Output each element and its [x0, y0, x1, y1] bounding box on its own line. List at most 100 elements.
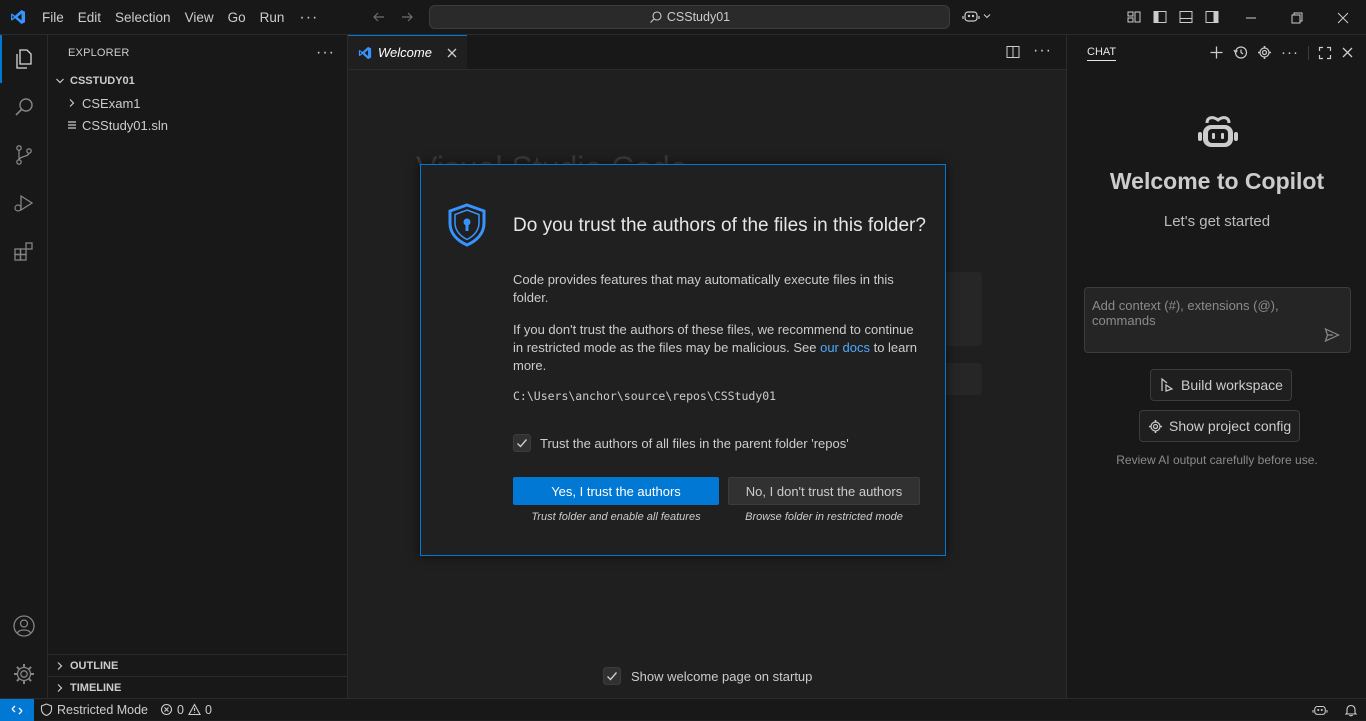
dialog-paragraph-2: If you don't trust the authors of these …: [513, 321, 925, 375]
docs-link[interactable]: our docs: [820, 340, 870, 355]
close-window-icon[interactable]: [1320, 0, 1366, 35]
show-project-config-label: Show project config: [1169, 418, 1292, 434]
toggle-panel-icon[interactable]: [1178, 9, 1194, 25]
warning-count: 0: [204, 702, 212, 717]
vscode-logo-icon: [358, 46, 372, 60]
trust-authors-button[interactable]: Yes, I trust the authors: [513, 477, 719, 505]
layout-controls: [1126, 9, 1220, 25]
customize-layout-icon[interactable]: [1126, 9, 1142, 25]
command-center-label: CSStudy01: [666, 10, 731, 24]
checkbox-checked-icon[interactable]: [603, 667, 621, 685]
outline-label: OUTLINE: [70, 659, 119, 672]
copilot-menu-button[interactable]: [962, 8, 992, 24]
menu-file[interactable]: File: [35, 0, 71, 35]
accounts-icon[interactable]: [0, 602, 48, 650]
restore-icon[interactable]: [1274, 0, 1320, 35]
timeline-section[interactable]: TIMELINE: [48, 676, 348, 698]
run-and-debug-icon[interactable]: [0, 179, 48, 227]
forward-arrow-icon[interactable]: [398, 8, 416, 26]
build-workspace-label: Build workspace: [1181, 377, 1283, 393]
history-icon[interactable]: [1233, 45, 1248, 60]
title-bar: File Edit Selection View Go Run ··· CSSt…: [0, 0, 1366, 35]
outline-section[interactable]: OUTLINE: [48, 654, 348, 676]
menu-more-button[interactable]: ···: [291, 0, 326, 35]
more-actions-icon[interactable]: ···: [1281, 45, 1299, 60]
folder-root[interactable]: CSSTUDY01: [48, 70, 347, 92]
show-on-startup-label: Show welcome page on startup: [631, 668, 813, 684]
divider: [1308, 45, 1309, 60]
explorer-icon[interactable]: [0, 35, 48, 83]
search-view-icon[interactable]: [0, 83, 48, 131]
close-icon[interactable]: [1341, 46, 1354, 59]
menu-bar: File Edit Selection View Go Run ···: [35, 0, 326, 35]
menu-go[interactable]: Go: [221, 0, 253, 35]
dont-trust-authors-button[interactable]: No, I don't trust the authors: [728, 477, 920, 505]
menu-selection[interactable]: Selection: [108, 0, 178, 35]
send-icon[interactable]: [1324, 327, 1340, 343]
explorer-header: EXPLORER ···: [48, 35, 347, 70]
more-actions-icon[interactable]: ···: [316, 44, 335, 62]
menu-run[interactable]: Run: [253, 0, 292, 35]
build-workspace-icon: [1159, 377, 1175, 393]
problems-indicator[interactable]: 0 0: [154, 699, 218, 721]
error-icon: [160, 703, 173, 716]
error-count: 0: [177, 702, 184, 717]
chevron-right-icon: [54, 660, 66, 672]
chevron-right-icon: [66, 97, 78, 109]
dialog-paragraph-1: Code provides features that may automati…: [513, 272, 894, 305]
chat-input[interactable]: Add context (#), extensions (@), command…: [1084, 287, 1351, 353]
shield-icon: [446, 203, 488, 247]
vscode-logo-icon: [0, 0, 35, 35]
toggle-secondary-sidebar-icon[interactable]: [1204, 9, 1220, 25]
back-arrow-icon[interactable]: [370, 8, 388, 26]
extensions-icon[interactable]: [0, 227, 48, 275]
remote-indicator-icon[interactable]: [0, 698, 34, 721]
tree-item-folder[interactable]: CSExam1: [48, 92, 347, 114]
trust-parent-checkbox[interactable]: Trust the authors of all files in the pa…: [513, 434, 849, 452]
copilot-icon: [1197, 113, 1239, 151]
chat-welcome-subtitle: Let's get started: [1163, 213, 1271, 230]
editor-actions: ···: [1005, 43, 1052, 60]
tree-item-label: CSExam1: [82, 95, 141, 111]
chat-panel: CHAT ··· Welcome to Copilot Let's get st…: [1066, 35, 1366, 698]
shield-icon: [40, 703, 53, 716]
chat-header: CHAT ···: [1067, 35, 1366, 70]
folder-path: C:\Users\anchor\source\repos\CSStudy01: [513, 389, 777, 403]
workspace-trust-dialog: Do you trust the authors of the files in…: [420, 164, 946, 556]
menu-view[interactable]: View: [178, 0, 221, 35]
close-icon[interactable]: [445, 46, 459, 60]
tree-item-file[interactable]: CSStudy01.sln: [48, 114, 347, 136]
chat-actions: ···: [1209, 45, 1354, 60]
show-on-startup-toggle[interactable]: Show welcome page on startup: [603, 667, 812, 685]
tab-welcome[interactable]: Welcome: [348, 35, 467, 69]
editor-tabs: Welcome ···: [348, 35, 1066, 70]
toggle-primary-sidebar-icon[interactable]: [1152, 9, 1168, 25]
new-chat-plus-icon[interactable]: [1209, 45, 1224, 60]
status-bar: Restricted Mode 0 0: [0, 698, 1366, 721]
trust-parent-label: Trust the authors of all files in the pa…: [540, 435, 849, 451]
show-project-config-button[interactable]: Show project config: [1139, 410, 1301, 442]
manage-gear-icon[interactable]: [0, 650, 48, 698]
restricted-caption: Browse folder in restricted mode: [745, 511, 903, 523]
command-center-search[interactable]: CSStudy01: [429, 5, 950, 29]
chevron-right-icon: [54, 682, 66, 694]
trust-caption: Trust folder and enable all features: [531, 511, 701, 523]
copilot-icon[interactable]: [1312, 703, 1328, 717]
settings-gear-icon: [1148, 419, 1163, 434]
restricted-mode-indicator[interactable]: Restricted Mode: [34, 699, 154, 721]
build-workspace-button[interactable]: Build workspace: [1150, 369, 1292, 401]
maximize-icon[interactable]: [1318, 46, 1332, 60]
activity-bar: [0, 35, 48, 698]
menu-edit[interactable]: Edit: [71, 0, 108, 35]
split-editor-icon[interactable]: [1005, 44, 1021, 60]
source-control-icon[interactable]: [0, 131, 48, 179]
chat-welcome-title: Welcome to Copilot: [1109, 168, 1325, 194]
bell-icon[interactable]: [1344, 703, 1358, 717]
activity-bar-bottom: [0, 602, 48, 698]
window-controls: [1228, 0, 1366, 35]
checkbox-checked-icon[interactable]: [513, 434, 531, 452]
chat-tab[interactable]: CHAT: [1087, 46, 1117, 61]
settings-gear-icon[interactable]: [1257, 45, 1272, 60]
minimize-icon[interactable]: [1228, 0, 1274, 35]
more-actions-icon[interactable]: ···: [1033, 43, 1052, 60]
